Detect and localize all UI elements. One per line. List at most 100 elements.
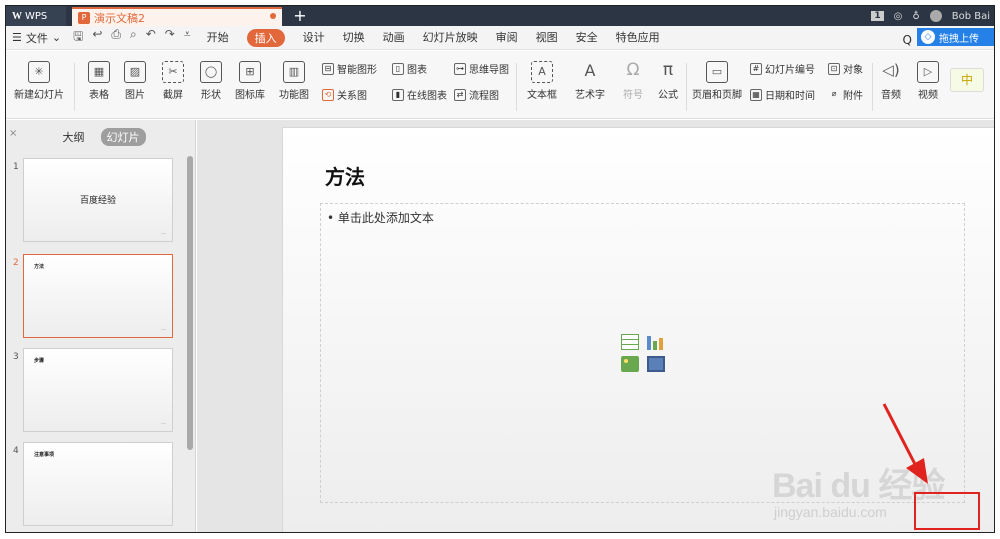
redo-icon[interactable]: ↷ <box>165 27 175 48</box>
skin-icon[interactable]: ◎ <box>894 11 903 22</box>
thumbnail-corner-mark: — <box>161 231 166 237</box>
slide-thumbnail-1[interactable]: 百度经验 — <box>23 158 173 242</box>
tab-insert[interactable]: 插入 <box>246 28 285 47</box>
app-tab[interactable]: W WPS <box>6 6 66 26</box>
wps-window: W WPS P 演示文稿2 + 1 ◎ ♁ Bob Bai ☰ 文件 ⌄ 🖫 ↩… <box>5 5 995 533</box>
table-button[interactable]: ▦ 表格 <box>82 61 116 101</box>
relation-chart-button[interactable]: ⟲ 关系图 <box>322 87 367 102</box>
relation-chart-label: 关系图 <box>337 91 367 102</box>
symbol-button[interactable]: Ω 符号 <box>616 61 650 102</box>
textbox-button[interactable]: A 文本框 <box>520 61 564 101</box>
chart-icon-bar <box>647 336 651 350</box>
annotation-highlight-box <box>914 492 980 530</box>
ime-indicator[interactable]: 中 <box>950 68 984 92</box>
symbol-label: 符号 <box>623 90 643 101</box>
tab-view[interactable]: 视图 <box>536 29 558 47</box>
shape-button[interactable]: ◯ 形状 <box>194 61 228 101</box>
new-tab-button[interactable]: + <box>290 6 310 26</box>
placeholder-text: 单击此处添加文本 <box>337 211 434 225</box>
flowchart-icon: ⇄ <box>454 88 466 101</box>
slide-thumbnail-4[interactable]: 注意事项 <box>23 442 173 526</box>
thumbnail-title: 注意事项 <box>34 452 55 458</box>
header-footer-button[interactable]: ▭ 页眉和页脚 <box>688 61 746 101</box>
slide-number-button[interactable]: # 幻灯片编号 <box>750 61 815 76</box>
divider <box>516 63 517 111</box>
undo-icon[interactable]: ↶ <box>146 27 156 48</box>
document-tab[interactable]: P 演示文稿2 <box>72 7 282 26</box>
slide-number-icon: # <box>750 62 762 75</box>
export-icon[interactable]: ↩ <box>92 27 102 48</box>
user-name[interactable]: Bob Bai <box>952 11 990 22</box>
attachment-button[interactable]: ⌀ 附件 <box>828 87 863 103</box>
picture-label: 图片 <box>125 90 145 101</box>
panel-tabs: 大纲 幻灯片 <box>6 128 196 146</box>
tab-design[interactable]: 设计 <box>303 29 325 47</box>
window-count-badge[interactable]: 1 <box>871 11 884 21</box>
online-chart-button[interactable]: ▮ 在线图表 <box>392 87 447 102</box>
wordart-label: 艺术字 <box>575 90 605 101</box>
smart-shape-label: 智能图形 <box>337 65 377 76</box>
tab-review[interactable]: 审阅 <box>496 29 518 47</box>
tab-transition[interactable]: 切换 <box>343 29 365 47</box>
smart-shape-button[interactable]: ⊟ 智能图形 <box>322 61 377 76</box>
icon-library-icon: ⊞ <box>239 61 261 83</box>
thumbnail-scrollbar[interactable] <box>187 156 193 450</box>
picture-icon: ▨ <box>124 61 146 83</box>
avatar[interactable] <box>929 10 942 22</box>
table-icon: ▦ <box>88 61 110 83</box>
header-footer-icon: ▭ <box>706 61 728 83</box>
audio-button[interactable]: ◁) 音频 <box>874 61 908 101</box>
date-time-button[interactable]: ▦ 日期和时间 <box>750 87 815 102</box>
app-name: WPS <box>25 10 48 22</box>
mind-map-button[interactable]: ⊶ 思维导图 <box>454 61 509 76</box>
slide-thumbnail-3[interactable]: 步骤 — <box>23 348 173 432</box>
screenshot-button[interactable]: ✂ 截屏 <box>156 61 190 101</box>
wordart-button[interactable]: A 艺术字 <box>568 61 612 101</box>
attachment-label: 附件 <box>843 91 863 102</box>
tab-slides[interactable]: 幻灯片 <box>100 128 146 146</box>
slide-number: 1 <box>13 162 19 172</box>
shape-icon: ◯ <box>200 61 222 83</box>
object-icon: ⊡ <box>828 62 840 75</box>
insert-chart-icon[interactable] <box>647 334 665 350</box>
tab-slideshow[interactable]: 幻灯片放映 <box>423 29 478 47</box>
textbox-label: 文本框 <box>527 90 557 101</box>
unsaved-dot-icon <box>270 13 276 19</box>
print-icon[interactable]: ⎙ <box>111 27 121 48</box>
print-preview-icon[interactable]: ⌕ <box>130 27 137 48</box>
new-slide-label: 新建幻灯片 <box>14 90 64 101</box>
mind-map-label: 思维导图 <box>469 65 509 76</box>
slide-title[interactable]: 方法 <box>325 161 365 190</box>
tab-home[interactable]: 开始 <box>207 29 229 47</box>
formula-button[interactable]: π 公式 <box>652 61 684 102</box>
video-button[interactable]: ▷ 视频 <box>910 61 946 101</box>
insert-table-icon[interactable] <box>621 334 639 350</box>
chevron-down-icon: ⌄ <box>51 31 62 44</box>
object-button[interactable]: ⊡ 对象 <box>828 61 863 76</box>
insert-video-icon[interactable] <box>647 356 665 372</box>
file-menu[interactable]: ☰ 文件 ⌄ <box>6 30 67 46</box>
new-slide-button[interactable]: ✳ 新建幻灯片 <box>10 61 68 101</box>
thumbnail-title: 百度经验 <box>79 196 116 206</box>
customize-icon[interactable]: ⩡ <box>184 27 191 48</box>
tab-security[interactable]: 安全 <box>576 29 598 47</box>
chart-button[interactable]: ▯ 图表 <box>392 61 427 76</box>
table-label: 表格 <box>89 90 109 101</box>
function-chart-button[interactable]: ▥ 功能图 <box>272 61 316 101</box>
icon-library-button[interactable]: ⊞ 图标库 <box>230 61 270 101</box>
tab-special[interactable]: 特色应用 <box>616 29 660 47</box>
save-icon[interactable]: 🖫 <box>73 27 83 48</box>
slide-number: 4 <box>13 446 19 456</box>
ribbon-tabs: 开始 插入 设计 切换 动画 幻灯片放映 审阅 视图 安全 特色应用 <box>207 28 660 47</box>
picture-button[interactable]: ▨ 图片 <box>118 61 152 101</box>
shirt-icon[interactable]: ♁ <box>912 11 919 22</box>
slide-thumbnail-2[interactable]: 方法 — <box>23 254 173 338</box>
tab-animation[interactable]: 动画 <box>383 29 405 47</box>
tab-outline[interactable]: 大纲 <box>57 128 91 146</box>
online-chart-label: 在线图表 <box>407 91 447 102</box>
icon-library-label: 图标库 <box>235 90 265 101</box>
insert-picture-icon[interactable] <box>621 356 639 372</box>
flowchart-button[interactable]: ⇄ 流程图 <box>454 87 499 102</box>
search-icon[interactable]: Q <box>903 33 912 47</box>
cloud-upload-button[interactable]: ◇ 拖拽上传 <box>917 28 994 46</box>
